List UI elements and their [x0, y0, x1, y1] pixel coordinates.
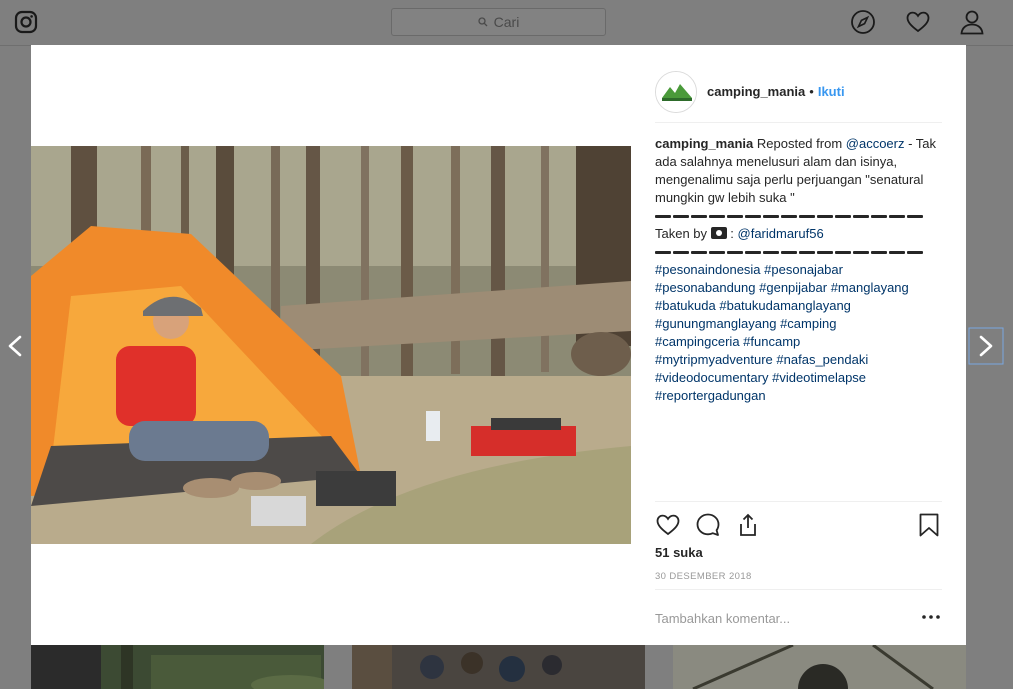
divider-line	[655, 243, 945, 261]
heart-outline-icon[interactable]	[655, 512, 681, 538]
hashtag-list: #pesonaindonesia #pesonajabar #pesonaban…	[655, 261, 945, 405]
username[interactable]: camping_mania	[707, 84, 805, 99]
instagram-icon[interactable]	[14, 10, 38, 34]
search-input[interactable]: Cari	[391, 8, 606, 36]
hashtag-link[interactable]: #genpijabar	[759, 280, 827, 295]
grid-thumbnail[interactable]	[673, 645, 966, 689]
avatar[interactable]	[655, 70, 697, 113]
hashtag-link[interactable]: #pesonabandung	[655, 280, 756, 295]
camera-icon	[710, 227, 727, 239]
comment-icon[interactable]	[695, 512, 721, 538]
hashtag-link[interactable]: #pesonaindonesia	[655, 262, 761, 277]
hashtag-link[interactable]: #reportergadungan	[655, 388, 766, 403]
caption-username[interactable]: camping_mania	[655, 136, 753, 151]
hashtag-link[interactable]: #pesonajabar	[764, 262, 843, 277]
chevron-right-icon[interactable]	[968, 327, 1004, 365]
post-actions	[655, 501, 942, 545]
follow-button[interactable]: Ikuti	[818, 84, 845, 99]
hashtag-link[interactable]: #funcamp	[743, 334, 800, 349]
hashtag-link[interactable]: #batukuda	[655, 298, 716, 313]
comment-box: Tambahkan komentar...	[655, 589, 942, 645]
divider-line	[655, 207, 945, 225]
hashtag-link[interactable]: #gunungmanglayang	[655, 316, 776, 331]
hashtag-link[interactable]: #campingceria	[655, 334, 740, 349]
search-icon	[478, 17, 488, 27]
share-icon[interactable]	[735, 512, 761, 538]
hashtag-link[interactable]: #nafas_pendaki	[776, 352, 868, 367]
taken-by-label: Taken by	[655, 226, 708, 241]
top-nav-bar: Cari	[0, 0, 1013, 46]
post-modal: camping_mania • Ikuti camping_mania Repo…	[31, 45, 966, 645]
bookmark-icon[interactable]	[916, 512, 942, 538]
photographer-link[interactable]: @faridmaruf56	[738, 226, 824, 241]
mention-link[interactable]: @accoerz	[846, 136, 905, 151]
heart-icon[interactable]	[905, 9, 931, 35]
post-date: 30 DESEMBER 2018	[655, 571, 752, 582]
post-caption: camping_mania Reposted from @accoerz - T…	[655, 135, 945, 405]
likes-count[interactable]: 51 suka	[655, 545, 703, 560]
more-options-icon[interactable]	[920, 612, 942, 622]
post-header: camping_mania • Ikuti	[655, 61, 942, 123]
post-sidebar: camping_mania • Ikuti camping_mania Repo…	[631, 45, 966, 645]
hashtag-link[interactable]: #mytripmyadventure	[655, 352, 773, 367]
grid-thumbnail[interactable]	[352, 645, 645, 689]
hashtag-link[interactable]: #videotimelapse	[772, 370, 866, 385]
hashtag-link[interactable]: #manglayang	[831, 280, 909, 295]
hashtag-link[interactable]: #videodocumentary	[655, 370, 768, 385]
user-icon[interactable]	[959, 9, 985, 35]
search-placeholder: Cari	[493, 14, 520, 30]
hashtag-link[interactable]: #batukudamanglayang	[719, 298, 851, 313]
comment-input[interactable]: Tambahkan komentar...	[655, 611, 790, 626]
compass-icon[interactable]	[850, 9, 876, 35]
grid-thumbnail[interactable]	[31, 645, 324, 689]
separator-dot: •	[809, 84, 814, 99]
caption-reposted: Reposted from	[756, 136, 846, 151]
post-photo[interactable]	[31, 146, 631, 544]
hashtag-link[interactable]: #camping	[780, 316, 836, 331]
